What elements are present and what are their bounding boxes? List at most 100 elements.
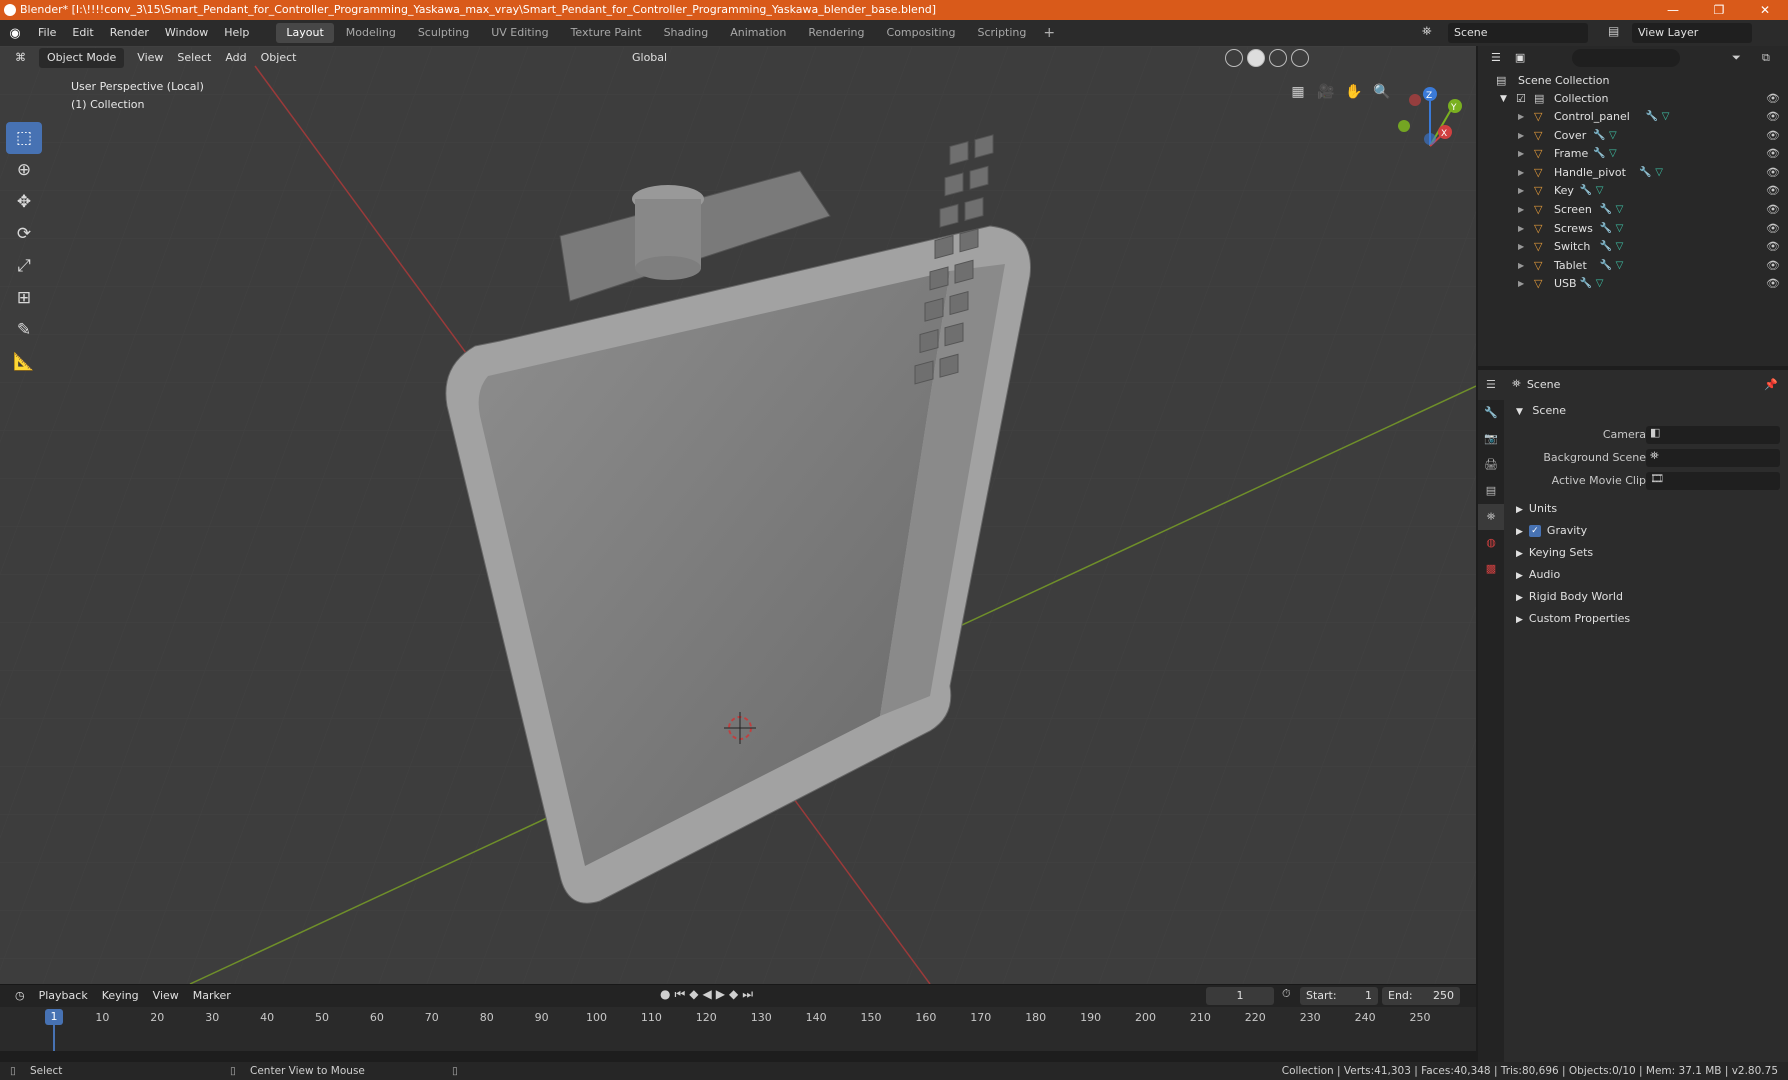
view-layer-selector[interactable]: View Layer [1632, 23, 1752, 43]
modifier-wrench-icon[interactable]: 🔧 [1600, 238, 1612, 256]
tab-texture-paint[interactable]: Texture Paint [561, 23, 652, 43]
mesh-data-icon[interactable]: ▽ [1596, 275, 1604, 293]
outliner-object-row[interactable]: ▶ ▽ Key 🔧 ▽ 👁 [1478, 182, 1788, 200]
properties-editor-type-icon[interactable]: ☰ [1486, 378, 1496, 391]
eye-icon[interactable]: 👁 [1766, 145, 1780, 163]
texture-tab-icon[interactable]: ▩ [1478, 556, 1504, 582]
modifier-wrench-icon[interactable]: 🔧 [1580, 275, 1592, 293]
modifier-wrench-icon[interactable]: 🔧 [1600, 220, 1612, 238]
material-shading-icon[interactable] [1269, 49, 1287, 67]
expand-arrow-icon[interactable]: ▶ [1518, 275, 1524, 293]
collection-row[interactable]: ▼ ☑ ▤ Collection 👁 [1478, 90, 1788, 108]
outliner-search-input[interactable] [1572, 49, 1680, 67]
expand-arrow-icon[interactable]: ▶ [1518, 238, 1524, 256]
eye-icon[interactable]: 👁 [1766, 182, 1780, 200]
play-icon[interactable]: ▶ [716, 987, 725, 1002]
end-frame-field[interactable]: End: 250 [1382, 987, 1460, 1005]
modifier-wrench-icon[interactable]: 🔧 [1646, 108, 1658, 126]
expand-arrow-icon[interactable]: ▶ [1518, 182, 1524, 200]
outliner-editor-type-icon[interactable]: ☰ [1484, 48, 1508, 68]
outliner-object-row[interactable]: ▶ ▽ Tablet 🔧 ▽ 👁 [1478, 257, 1788, 275]
mesh-data-icon[interactable]: ▽ [1655, 164, 1663, 182]
record-icon[interactable]: ● [660, 987, 670, 1002]
menu-file[interactable]: File [30, 20, 64, 46]
blender-logo-icon[interactable]: ◉ [0, 20, 30, 46]
wireframe-shading-icon[interactable] [1225, 49, 1243, 67]
eye-icon[interactable]: 👁 [1766, 220, 1780, 238]
view-layer-tab-icon[interactable]: ▤ [1478, 478, 1504, 504]
tab-modeling[interactable]: Modeling [336, 23, 406, 43]
camera-field[interactable]: ◧ [1646, 426, 1780, 444]
camera-view-icon[interactable]: 🎥 [1313, 79, 1339, 105]
eye-icon[interactable]: 👁 [1766, 238, 1780, 256]
scene-tab-icon[interactable]: ⛯ [1478, 504, 1504, 530]
new-collection-icon[interactable]: ⧉ [1762, 51, 1770, 65]
modifier-wrench-icon[interactable]: 🔧 [1593, 127, 1605, 145]
transform-tool-icon[interactable]: ⊞ [6, 282, 42, 314]
world-tab-icon[interactable]: ◍ [1478, 530, 1504, 556]
pan-hand-icon[interactable]: ✋ [1341, 79, 1367, 105]
eye-icon[interactable]: 👁 [1766, 164, 1780, 182]
gravity-panel[interactable]: ▶ ✓ Gravity [1506, 520, 1788, 542]
mesh-data-icon[interactable]: ▽ [1609, 145, 1617, 163]
tab-shading[interactable]: Shading [654, 23, 719, 43]
solid-shading-icon[interactable] [1247, 49, 1265, 67]
3d-viewport[interactable]: Z Y X ⌘ Object Mode View Select Add Obje… [0, 46, 1476, 984]
background-scene-field[interactable]: ⛯ [1646, 449, 1780, 467]
outliner-object-row[interactable]: ▶ ▽ Cover 🔧 ▽ 👁 [1478, 127, 1788, 145]
expand-arrow-icon[interactable]: ▶ [1518, 127, 1524, 145]
playhead[interactable]: 1 [45, 1009, 63, 1025]
checkbox-icon[interactable]: ☑ [1516, 90, 1526, 108]
eye-icon[interactable]: 👁 [1766, 108, 1780, 126]
mesh-data-icon[interactable]: ▽ [1609, 127, 1617, 145]
expand-arrow-icon[interactable]: ▶ [1518, 164, 1524, 182]
eye-icon[interactable]: 👁 [1766, 257, 1780, 275]
measure-tool-icon[interactable]: 📐 [6, 346, 42, 378]
restore-button[interactable]: ❐ [1696, 0, 1742, 20]
next-keyframe-icon[interactable]: ◆ [729, 987, 738, 1002]
grid-view-icon[interactable]: ▦ [1285, 79, 1311, 105]
outliner[interactable]: ☰ ▣ ⏷ ⧉ ▤ Scene Collection ▼ ☑ ▤ Collect… [1478, 46, 1788, 366]
menu-help[interactable]: Help [216, 20, 257, 46]
menu-timeline-view[interactable]: View [146, 986, 186, 1006]
menu-view[interactable]: View [130, 48, 170, 68]
menu-render[interactable]: Render [102, 20, 157, 46]
menu-marker[interactable]: Marker [186, 986, 238, 1006]
start-frame-field[interactable]: Start: 1 [1300, 987, 1378, 1005]
rigid-body-world-panel[interactable]: ▶ Rigid Body World [1506, 586, 1788, 608]
expand-arrow-icon[interactable]: ▶ [1518, 201, 1524, 219]
tab-rendering[interactable]: Rendering [798, 23, 874, 43]
filter-icon[interactable]: ⏷ [1732, 51, 1741, 65]
collapse-arrow-icon[interactable]: ▼ [1500, 90, 1507, 108]
scene-type-icon[interactable]: ⛯ [1422, 24, 1432, 39]
stopwatch-icon[interactable]: ⏱ [1282, 987, 1291, 1001]
menu-window[interactable]: Window [157, 20, 216, 46]
jump-end-icon[interactable]: ⏭ [742, 987, 753, 1002]
expand-arrow-icon[interactable]: ▶ [1518, 108, 1524, 126]
eye-icon[interactable]: 👁 [1766, 90, 1780, 108]
expand-arrow-icon[interactable]: ▶ [1518, 220, 1524, 238]
annotate-tool-icon[interactable]: ✎ [6, 314, 42, 346]
timeline-editor-type-icon[interactable]: ◷ [8, 986, 32, 1006]
mesh-data-icon[interactable]: ▽ [1616, 257, 1624, 275]
move-tool-icon[interactable]: ✥ [6, 186, 42, 218]
zoom-icon[interactable]: 🔍 [1369, 79, 1395, 105]
cursor-tool-icon[interactable]: ⊕ [6, 154, 42, 186]
rendered-shading-icon[interactable] [1291, 49, 1309, 67]
select-box-tool-icon[interactable]: ⬚ [6, 122, 42, 154]
mesh-data-icon[interactable]: ▽ [1616, 201, 1624, 219]
tab-compositing[interactable]: Compositing [877, 23, 966, 43]
prev-keyframe-icon[interactable]: ◆ [689, 987, 698, 1002]
minimize-button[interactable]: — [1650, 0, 1696, 20]
timeline-editor[interactable]: ◷ Playback Keying View Marker ● ⏮ ◆ ◀ ▶ … [0, 984, 1476, 1051]
gravity-checkbox[interactable]: ✓ [1528, 525, 1541, 537]
menu-add[interactable]: Add [218, 48, 253, 68]
output-tab-icon[interactable]: 🖨 [1478, 452, 1504, 478]
timeline-ruler[interactable]: 10 20 30 40 50 60 70 80 90 100 110 120 130 140 150 160 1… [0, 1007, 1476, 1051]
jump-start-icon[interactable]: ⏮ [674, 987, 685, 1002]
outliner-object-row[interactable]: ▶ ▽ Screen 🔧 ▽ 👁 [1478, 201, 1788, 219]
modifier-wrench-icon[interactable]: 🔧 [1593, 145, 1605, 163]
tab-scripting[interactable]: Scripting [967, 23, 1036, 43]
render-tab-icon[interactable]: 📷 [1478, 426, 1504, 452]
eye-icon[interactable]: 👁 [1766, 127, 1780, 145]
